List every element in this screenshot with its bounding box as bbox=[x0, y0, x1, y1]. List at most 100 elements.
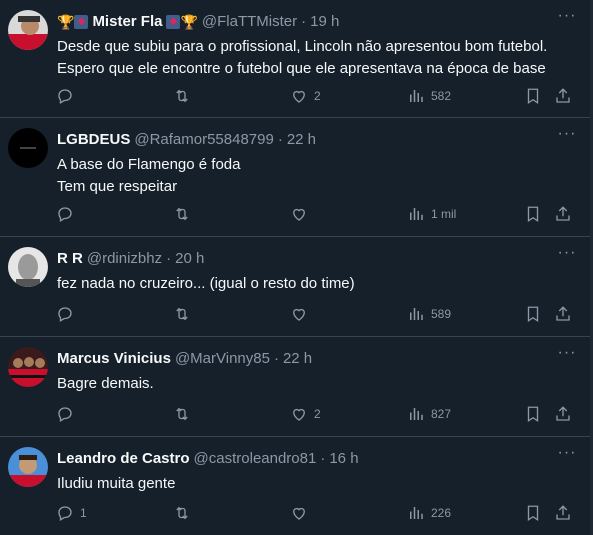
reply-icon bbox=[58, 407, 72, 422]
retweet-icon bbox=[176, 407, 188, 421]
views-count: 1 mil bbox=[431, 207, 457, 221]
flag-icon: ◆ bbox=[74, 15, 89, 29]
views-count: 827 bbox=[431, 407, 452, 421]
like-count: 2 bbox=[314, 407, 321, 421]
views-button[interactable]: 582 bbox=[407, 84, 451, 108]
avatar[interactable] bbox=[8, 10, 48, 50]
separator-dot: · bbox=[277, 131, 283, 148]
like-button[interactable]: 2 bbox=[290, 84, 321, 108]
avatar[interactable] bbox=[8, 128, 48, 168]
bookmark-icon bbox=[527, 306, 539, 323]
tweet[interactable]: LGBDEUS @Rafamor55848799 · 22 h ··· A ba… bbox=[0, 118, 593, 237]
bookmark-icon bbox=[527, 505, 539, 522]
views-button[interactable]: 589 bbox=[407, 302, 451, 326]
tweet-actions: 2 827 bbox=[50, 402, 583, 426]
more-icon[interactable]: ··· bbox=[557, 8, 577, 30]
retweet-button[interactable] bbox=[173, 302, 197, 326]
separator-dot: · bbox=[301, 13, 307, 30]
timestamp[interactable]: 22 h bbox=[283, 350, 312, 368]
tweet-header: Leandro de Castro @castroleandro81 · 16 … bbox=[57, 450, 359, 468]
reply-icon bbox=[58, 207, 72, 222]
reply-button[interactable] bbox=[56, 84, 80, 108]
bookmark-button[interactable] bbox=[524, 302, 542, 326]
like-button[interactable]: 2 bbox=[290, 402, 321, 426]
share-button[interactable] bbox=[554, 402, 572, 426]
tweet-text-line: Espero que ele encontre o futebol que el… bbox=[57, 60, 546, 77]
like-icon bbox=[293, 90, 305, 103]
separator-dot: · bbox=[320, 450, 326, 467]
tweet-text: A base do Flamengo é foda Tem que respei… bbox=[57, 154, 579, 198]
like-icon bbox=[293, 208, 305, 221]
retweet-icon bbox=[176, 307, 188, 321]
timestamp[interactable]: 22 h bbox=[287, 131, 316, 149]
tweet[interactable]: Marcus Vinicius @MarVinny85 · 22 h ··· B… bbox=[0, 337, 593, 437]
tweet-actions: 2 582 bbox=[50, 84, 583, 108]
tweet-actions: 1 mil bbox=[50, 202, 583, 226]
bookmark-button[interactable] bbox=[524, 402, 542, 426]
tweet-text-line: A base do Flamengo é foda bbox=[57, 156, 241, 173]
like-icon bbox=[293, 507, 305, 520]
more-icon[interactable]: ··· bbox=[557, 345, 577, 367]
tweet[interactable]: 🏆 ◆ Mister Fla ◆ 🏆 @FlaTTMister · 19 h ·… bbox=[0, 0, 593, 118]
display-name[interactable]: R R bbox=[57, 250, 83, 268]
separator-dot: · bbox=[273, 350, 279, 367]
more-icon[interactable]: ··· bbox=[557, 126, 577, 148]
display-name[interactable]: Mister Fla bbox=[92, 13, 162, 31]
like-button[interactable] bbox=[290, 202, 314, 226]
display-name[interactable]: Leandro de Castro bbox=[57, 450, 190, 468]
retweet-button[interactable] bbox=[173, 501, 197, 525]
reply-button[interactable] bbox=[56, 202, 80, 226]
retweet-icon bbox=[176, 506, 188, 520]
handle[interactable]: @FlaTTMister bbox=[202, 13, 297, 31]
like-icon bbox=[293, 308, 305, 321]
reply-icon bbox=[58, 506, 72, 521]
reply-button[interactable]: 1 bbox=[56, 501, 87, 525]
bookmark-icon bbox=[527, 206, 539, 223]
like-button[interactable] bbox=[290, 501, 314, 525]
tweet-text-line: Bagre demais. bbox=[57, 375, 154, 392]
tweet[interactable]: R R @rdinizbhz · 20 h ··· fez nada no cr… bbox=[0, 237, 593, 337]
views-button[interactable]: 827 bbox=[407, 402, 451, 426]
more-icon[interactable]: ··· bbox=[557, 445, 577, 467]
tweet-header: LGBDEUS @Rafamor55848799 · 22 h bbox=[57, 131, 316, 149]
tweet-text-line: Desde que subiu para o profissional, Lin… bbox=[57, 38, 548, 55]
reply-button[interactable] bbox=[56, 302, 80, 326]
views-button[interactable]: 1 mil bbox=[407, 202, 456, 226]
share-icon bbox=[556, 306, 570, 321]
views-button[interactable]: 226 bbox=[407, 501, 451, 525]
views-count: 582 bbox=[431, 89, 452, 103]
display-name[interactable]: LGBDEUS bbox=[57, 131, 130, 149]
handle[interactable]: @MarVinny85 bbox=[175, 350, 270, 368]
share-button[interactable] bbox=[554, 202, 572, 226]
tweet-text-line: Tem que respeitar bbox=[57, 178, 178, 195]
reply-button[interactable] bbox=[56, 402, 80, 426]
timestamp[interactable]: 20 h bbox=[175, 250, 204, 268]
share-icon bbox=[556, 505, 570, 520]
avatar[interactable] bbox=[8, 247, 48, 287]
avatar[interactable] bbox=[8, 447, 48, 487]
handle[interactable]: @castroleandro81 bbox=[194, 450, 317, 468]
handle[interactable]: @Rafamor55848799 bbox=[134, 131, 273, 149]
more-icon[interactable]: ··· bbox=[557, 245, 577, 267]
retweet-icon bbox=[176, 207, 188, 221]
timestamp[interactable]: 19 h bbox=[310, 13, 339, 31]
bookmark-button[interactable] bbox=[524, 501, 542, 525]
avatar[interactable] bbox=[8, 347, 48, 387]
retweet-icon bbox=[176, 89, 188, 103]
bookmark-icon bbox=[527, 406, 539, 423]
display-name[interactable]: Marcus Vinicius bbox=[57, 350, 171, 368]
like-button[interactable] bbox=[290, 302, 314, 326]
retweet-button[interactable] bbox=[173, 402, 197, 426]
share-button[interactable] bbox=[554, 501, 572, 525]
share-button[interactable] bbox=[554, 302, 572, 326]
handle[interactable]: @rdinizbhz bbox=[87, 250, 162, 268]
tweet[interactable]: Leandro de Castro @castroleandro81 · 16 … bbox=[0, 437, 593, 535]
bookmark-button[interactable] bbox=[524, 202, 542, 226]
trophy-icon: 🏆 bbox=[57, 14, 75, 30]
bookmark-button[interactable] bbox=[524, 84, 542, 108]
timestamp[interactable]: 16 h bbox=[329, 450, 358, 468]
retweet-button[interactable] bbox=[173, 202, 197, 226]
retweet-button[interactable] bbox=[173, 84, 197, 108]
tweet-text-line: Iludiu muita gente bbox=[57, 475, 176, 492]
share-button[interactable] bbox=[554, 84, 572, 108]
